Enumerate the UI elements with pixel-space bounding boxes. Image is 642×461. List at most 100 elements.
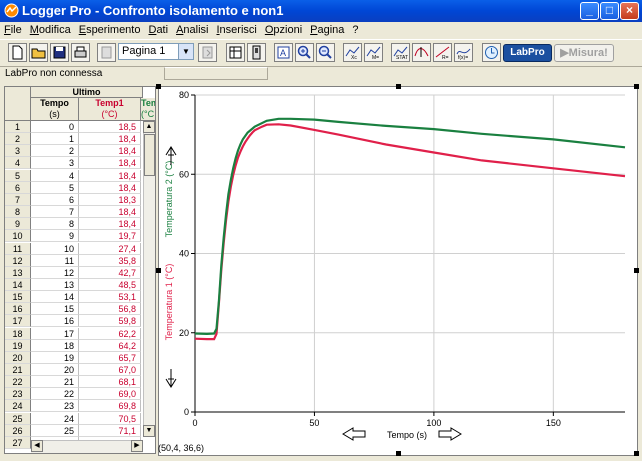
temp1-cell[interactable]: 59,8: [79, 315, 141, 328]
scroll-left-icon[interactable]: ◀: [31, 440, 43, 452]
tempo-cell[interactable]: 3: [31, 157, 79, 170]
tempo-cell[interactable]: 14: [31, 291, 79, 304]
graph-panel[interactable]: 0 50 100 150 0 20 40 60 80 Tempo (s) Temperatura 1…: [158, 86, 638, 456]
temp1-cell[interactable]: 42,7: [79, 266, 141, 279]
menu-pagina[interactable]: Pagina: [306, 22, 348, 39]
labpro-button[interactable]: LabPro: [503, 44, 552, 62]
menu-dati[interactable]: Dati: [144, 22, 172, 39]
temp1-cell[interactable]: 71,1: [79, 424, 141, 437]
temp1-cell[interactable]: 18,4: [79, 169, 141, 182]
collect-button[interactable]: ▶Misura!: [554, 44, 614, 62]
tempo-cell[interactable]: 25: [31, 424, 79, 437]
temp1-cell[interactable]: 68,1: [79, 376, 141, 389]
series-line-1[interactable]: [194, 123, 626, 341]
resize-handle[interactable]: [156, 84, 161, 89]
integral-button[interactable]: [412, 43, 431, 62]
resize-handle[interactable]: [634, 268, 639, 273]
menu-opzioni[interactable]: Opzioni: [261, 22, 306, 39]
tempo-cell[interactable]: 16: [31, 315, 79, 328]
column-header-temp2[interactable]: Tem (°C: [141, 98, 155, 121]
page-select[interactable]: Pagina 1 ▼: [118, 43, 194, 60]
arrow-down-icon[interactable]: [165, 369, 177, 388]
linear-fit-button[interactable]: R=: [433, 43, 452, 62]
tempo-cell[interactable]: 24: [31, 412, 79, 425]
zoom-in-button[interactable]: [295, 43, 314, 62]
tempo-cell[interactable]: 18: [31, 339, 79, 352]
open-file-button[interactable]: [29, 43, 48, 62]
tempo-cell[interactable]: 9: [31, 230, 79, 243]
resize-handle[interactable]: [634, 84, 639, 89]
tempo-cell[interactable]: 7: [31, 206, 79, 219]
temp1-cell[interactable]: 18,4: [79, 181, 141, 194]
tempo-cell[interactable]: 11: [31, 254, 79, 267]
temp1-cell[interactable]: 67,0: [79, 364, 141, 376]
save-button[interactable]: [50, 43, 69, 62]
temp1-cell[interactable]: 64,2: [79, 339, 141, 352]
examine-button[interactable]: Xc: [343, 43, 362, 62]
autoscale-button[interactable]: A: [274, 43, 293, 62]
zoom-out-button[interactable]: [316, 43, 335, 62]
minimize-button[interactable]: _: [580, 2, 599, 20]
resize-handle[interactable]: [396, 84, 401, 89]
curve-fit-button[interactable]: f(x)=: [454, 43, 473, 62]
tempo-cell[interactable]: 13: [31, 278, 79, 291]
menu-help[interactable]: ?: [348, 22, 362, 39]
scroll-right-icon[interactable]: ▶: [131, 440, 143, 452]
resize-handle[interactable]: [156, 268, 161, 273]
temp1-cell[interactable]: 18,4: [79, 133, 141, 146]
data-browser-button[interactable]: [226, 43, 245, 62]
temp1-cell[interactable]: 18,3: [79, 193, 141, 206]
temp1-cell[interactable]: 18,5: [79, 121, 141, 133]
menu-esperimento[interactable]: Esperimento: [75, 22, 145, 39]
temp1-cell[interactable]: 69,0: [79, 388, 141, 401]
tempo-cell[interactable]: 21: [31, 376, 79, 389]
arrow-right-icon[interactable]: [438, 427, 462, 441]
temp1-cell[interactable]: 18,4: [79, 218, 141, 231]
tempo-cell[interactable]: 6: [31, 193, 79, 206]
tempo-cell[interactable]: 2: [31, 145, 79, 158]
temp1-cell[interactable]: 18,4: [79, 145, 141, 158]
line-chart[interactable]: 0 50 100 150 0 20 40 60 80 Tempo (s) Temperatura 1…: [159, 87, 637, 455]
close-button[interactable]: ×: [620, 2, 639, 20]
temp1-cell[interactable]: 65,7: [79, 351, 141, 364]
tempo-cell[interactable]: 12: [31, 266, 79, 279]
temp1-cell[interactable]: 53,1: [79, 291, 141, 304]
vertical-scroll-thumb[interactable]: [144, 134, 155, 176]
temp1-cell[interactable]: 18,4: [79, 157, 141, 170]
tempo-cell[interactable]: 1: [31, 133, 79, 146]
column-header-tempo[interactable]: Tempo (s): [31, 98, 79, 121]
arrow-left-icon[interactable]: [342, 427, 366, 441]
tempo-cell[interactable]: 22: [31, 388, 79, 401]
temp1-cell[interactable]: 69,8: [79, 400, 141, 413]
scroll-up-icon[interactable]: ▲: [143, 121, 155, 133]
menu-modifica[interactable]: Modifica: [26, 22, 75, 39]
statistics-button[interactable]: STAT: [391, 43, 410, 62]
tempo-cell[interactable]: 23: [31, 400, 79, 413]
temp1-cell[interactable]: 35,8: [79, 254, 141, 267]
tempo-cell[interactable]: 4: [31, 169, 79, 182]
temp1-cell[interactable]: 19,7: [79, 230, 141, 243]
tempo-cell[interactable]: 19: [31, 351, 79, 364]
temp1-cell[interactable]: 62,2: [79, 327, 141, 340]
vertical-scrollbar[interactable]: ▲ ▼: [143, 121, 155, 437]
page-tool-button[interactable]: [97, 43, 116, 62]
tempo-cell[interactable]: 5: [31, 181, 79, 194]
tempo-cell[interactable]: 20: [31, 364, 79, 376]
tempo-cell[interactable]: 15: [31, 303, 79, 316]
timer-button[interactable]: [482, 43, 501, 62]
temp1-cell[interactable]: 27,4: [79, 242, 141, 255]
scroll-down-icon[interactable]: ▼: [143, 425, 155, 437]
tempo-cell[interactable]: 10: [31, 242, 79, 255]
page-next-button[interactable]: [198, 43, 217, 62]
menu-inserisci[interactable]: Inserisci: [212, 22, 260, 39]
sensor-button[interactable]: [247, 43, 266, 62]
temp1-cell[interactable]: 70,5: [79, 412, 141, 425]
tempo-cell[interactable]: 17: [31, 327, 79, 340]
tempo-cell[interactable]: 8: [31, 218, 79, 231]
new-file-button[interactable]: [8, 43, 27, 62]
menu-file[interactable]: File: [0, 22, 26, 39]
temp1-cell[interactable]: 48,5: [79, 278, 141, 291]
temp1-cell[interactable]: 18,4: [79, 206, 141, 219]
column-header-temp1[interactable]: Temp1 (°C): [79, 98, 141, 121]
horizontal-scrollbar[interactable]: ◀ ▶: [31, 440, 143, 453]
